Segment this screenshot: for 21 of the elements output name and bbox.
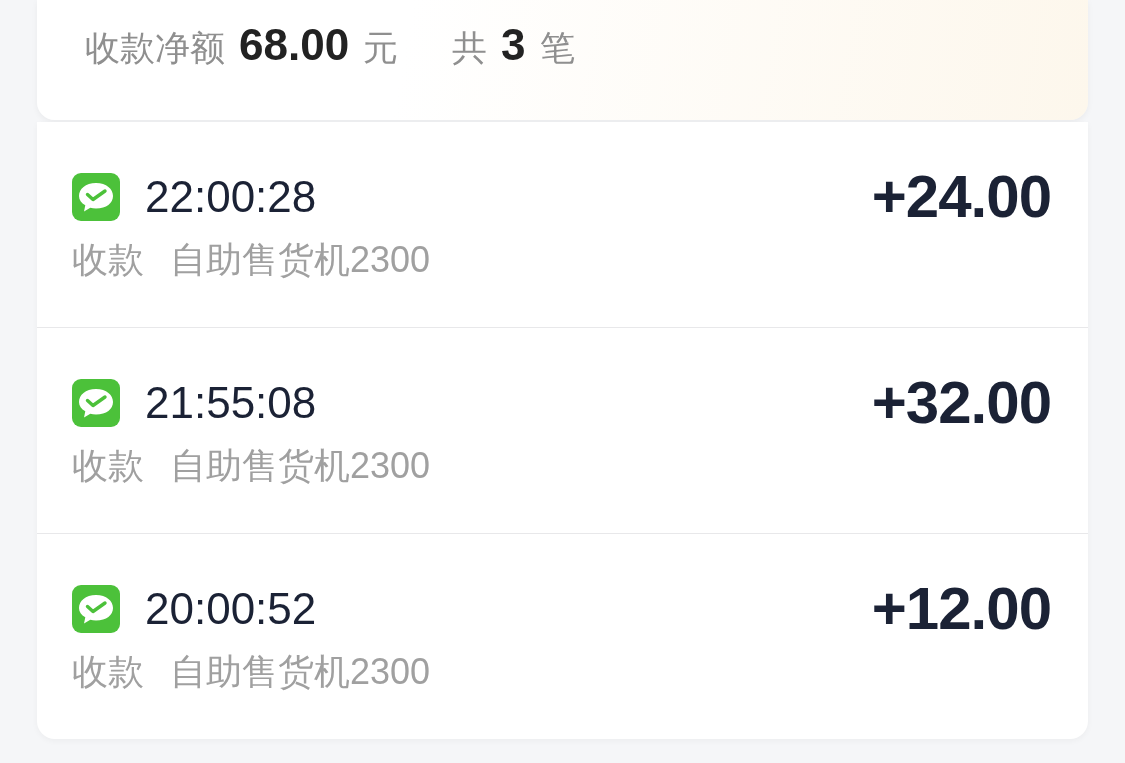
merchant-name: 自助售货机2300 (170, 238, 431, 282)
transaction-time: 22:00:28 (145, 171, 317, 223)
currency-unit: 元 (363, 27, 399, 69)
chat-bubble-check-icon (72, 379, 120, 427)
transaction-amount: +24.00 (871, 167, 1051, 227)
count-value: 3 (501, 19, 526, 71)
net-amount-value: 68.00 (239, 19, 350, 71)
transaction-time: 21:55:08 (145, 377, 317, 429)
transaction-type: 收款 (72, 444, 144, 488)
chat-bubble-check-icon (72, 173, 120, 221)
merchant-name: 自助售货机2300 (170, 444, 431, 488)
transaction-amount: +12.00 (871, 579, 1051, 639)
count-prefix: 共 (452, 27, 488, 69)
transaction-type: 收款 (72, 238, 144, 282)
transaction-time: 20:00:52 (145, 583, 317, 635)
net-amount-label: 收款净额 (85, 27, 225, 69)
chat-bubble-check-icon (72, 585, 120, 633)
transaction-type: 收款 (72, 650, 144, 694)
count-unit: 笔 (539, 27, 575, 69)
merchant-name: 自助售货机2300 (170, 650, 431, 694)
transaction-amount: +32.00 (871, 373, 1051, 433)
